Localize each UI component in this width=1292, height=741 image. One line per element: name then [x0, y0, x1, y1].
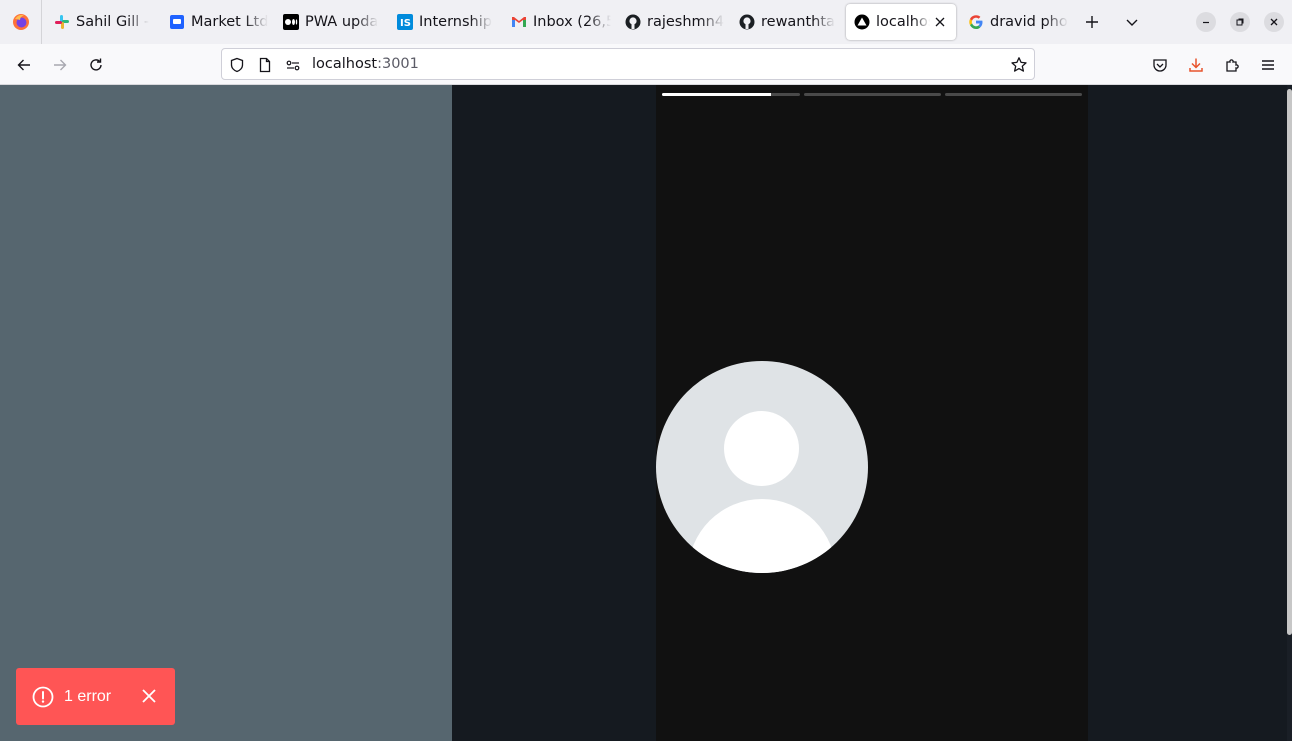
close-window-button[interactable] [1264, 12, 1284, 32]
tab-market[interactable]: Market Ltd [169, 4, 269, 40]
tab-label: localhost [876, 14, 930, 30]
tab-strip: Sahil Gill - Market Ltd PWA upda IS Inte… [0, 0, 1292, 44]
tab-label: Inbox (26,5 [533, 14, 611, 30]
close-icon [1270, 18, 1278, 26]
avatar-head-shape [724, 411, 799, 486]
svg-text:IS: IS [400, 18, 411, 29]
chevron-down-icon [1126, 19, 1138, 26]
tab-dravid-photo[interactable]: dravid pho [968, 4, 1068, 40]
reload-button[interactable] [83, 52, 109, 78]
new-tab-button[interactable] [1080, 10, 1104, 34]
close-tab-icon[interactable] [932, 14, 948, 30]
pocket-button[interactable] [1147, 52, 1173, 78]
url-text[interactable]: localhost:3001 [312, 56, 419, 72]
plus-icon [1086, 16, 1098, 28]
reload-icon [90, 58, 102, 71]
vercel-triangle-icon [854, 14, 870, 30]
story-progress-fill [662, 93, 772, 96]
maximize-button[interactable] [1230, 12, 1250, 32]
tab-label: PWA upda [305, 14, 379, 30]
tab-label: dravid pho [990, 14, 1068, 30]
tab-label: Sahil Gill - [76, 14, 150, 30]
tab-label: rajeshmn4 [647, 14, 725, 30]
google-icon [968, 14, 984, 30]
downloads-button[interactable] [1183, 52, 1209, 78]
firefox-menu-button[interactable] [0, 0, 42, 44]
internshala-icon: IS [397, 14, 413, 30]
url-bar[interactable]: localhost:3001 [221, 48, 1035, 80]
tab-label: Market Ltd [191, 14, 269, 30]
restore-icon [1236, 18, 1244, 26]
page-icon[interactable] [256, 56, 274, 74]
extensions-button[interactable] [1219, 52, 1245, 78]
back-button[interactable] [11, 52, 37, 78]
app-menu-button[interactable] [1255, 52, 1281, 78]
github-icon [625, 14, 641, 30]
story-progress-segment [662, 93, 800, 96]
close-icon[interactable] [141, 688, 157, 704]
avatar-body-shape [688, 499, 836, 573]
tab-localhost[interactable]: localhost [846, 4, 956, 40]
url-host: localhost [312, 56, 378, 72]
firefox-icon [12, 14, 29, 30]
list-all-tabs-button[interactable] [1120, 10, 1144, 34]
gmail-icon [511, 14, 527, 30]
medium-icon [283, 14, 299, 30]
github-icon [739, 14, 755, 30]
alert-circle-icon [32, 686, 54, 708]
error-count-label[interactable]: 1 error [64, 688, 111, 706]
tab-sahil-gill[interactable]: Sahil Gill - [54, 4, 154, 40]
scrollbar[interactable] [1287, 85, 1292, 741]
navigation-toolbar: localhost:3001 [0, 44, 1292, 85]
arrow-left-icon [17, 59, 30, 71]
pocket-icon [1153, 59, 1167, 72]
tab-label: Internship [419, 14, 492, 30]
tab-label: rewanthta [761, 14, 835, 30]
page-viewport [0, 85, 1292, 741]
chat-app-icon [169, 14, 185, 30]
tab-rewanthta[interactable]: rewanthta [739, 4, 839, 40]
hamburger-menu-icon [1262, 60, 1274, 70]
url-port: :3001 [377, 56, 419, 72]
bookmark-star-icon[interactable] [1010, 56, 1028, 74]
minimize-button[interactable] [1196, 12, 1216, 32]
left-backdrop-pane [0, 85, 452, 741]
download-icon [1189, 58, 1203, 72]
scrollbar-thumb[interactable] [1287, 89, 1292, 635]
story-progress-segment [945, 93, 1082, 96]
permissions-icon[interactable] [284, 56, 302, 74]
shield-icon[interactable] [228, 56, 246, 74]
puzzle-piece-icon [1226, 59, 1239, 72]
arrow-right-icon [54, 59, 67, 71]
story-progress-segment [804, 93, 941, 96]
avatar-placeholder [656, 361, 868, 573]
minimize-icon [1203, 21, 1209, 24]
tab-rajeshmn4[interactable]: rajeshmn4 [625, 4, 725, 40]
tab-pwa-update[interactable]: PWA upda [283, 4, 383, 40]
forward-button[interactable] [47, 52, 73, 78]
slack-icon [54, 14, 70, 30]
error-toast[interactable]: 1 error [16, 668, 175, 725]
tab-inbox[interactable]: Inbox (26,5 [511, 4, 611, 40]
tab-internship[interactable]: IS Internship [397, 4, 497, 40]
